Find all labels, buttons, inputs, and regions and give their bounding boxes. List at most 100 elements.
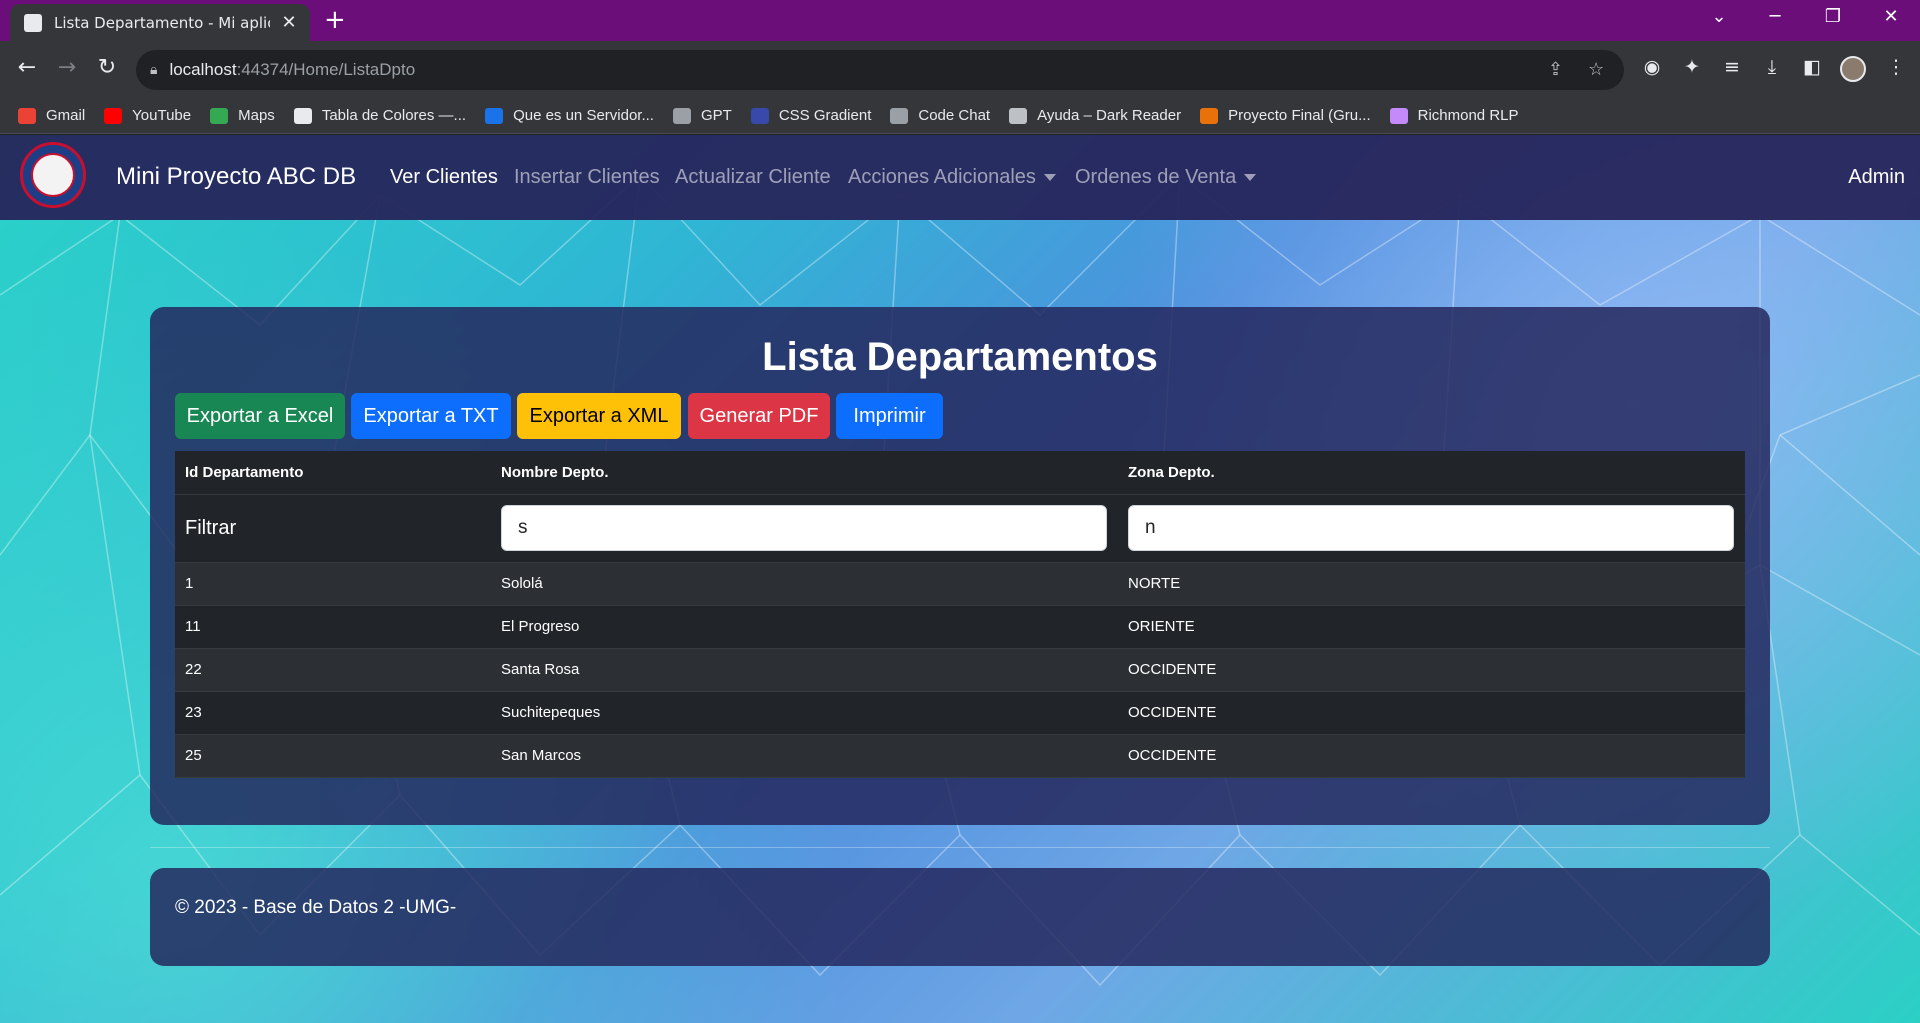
nav-acciones-adicionales-label: Acciones Adicionales	[848, 166, 1036, 188]
new-tab-button[interactable]: +	[324, 7, 346, 33]
header-zona[interactable]: Zona Depto.	[1118, 451, 1745, 495]
nav-acciones-adicionales[interactable]: Acciones Adicionales	[848, 166, 1056, 189]
nav-ver-clientes[interactable]: Ver Clientes	[390, 166, 498, 189]
generate-pdf-button[interactable]: Generar PDF	[688, 393, 830, 439]
site-navbar: Mini Proyecto ABC DB Ver Clientes Insert…	[0, 135, 1920, 220]
bookmark-star-icon[interactable]: ☆	[1588, 59, 1604, 80]
export-txt-button[interactable]: Exportar a TXT	[351, 393, 511, 439]
tab-search-icon[interactable]: ⌄	[1704, 6, 1734, 27]
export-excel-button[interactable]: Exportar a Excel	[175, 393, 345, 439]
reload-icon[interactable]: ↻	[92, 55, 122, 80]
bookmark-label: Que es un Servidor...	[513, 107, 654, 124]
cell-nombre: El Progreso	[491, 605, 1118, 649]
forward-icon[interactable]: →	[52, 55, 82, 80]
filter-zona-cell	[1118, 494, 1745, 563]
nav-user-admin[interactable]: Admin	[1848, 166, 1905, 189]
bookmark-label: Maps	[238, 107, 275, 124]
filter-nombre-input[interactable]	[501, 505, 1107, 551]
bookmark-item[interactable]: Code Chat	[890, 107, 990, 124]
cell-id: 22	[175, 648, 491, 692]
cell-nombre: Sololá	[491, 562, 1118, 606]
bookmark-item[interactable]: Maps	[210, 107, 275, 124]
university-logo[interactable]	[20, 142, 86, 208]
caret-down-icon	[1043, 174, 1056, 182]
extension-spy-icon[interactable]: ◉	[1638, 56, 1666, 78]
darkreader-icon	[1009, 107, 1028, 124]
bookmark-label: Ayuda – Dark Reader	[1037, 107, 1182, 124]
gpt-icon	[672, 107, 691, 124]
cell-zona: NORTE	[1118, 562, 1745, 606]
colors-icon	[293, 107, 312, 124]
bookmark-item[interactable]: Proyecto Final (Gru...	[1200, 107, 1371, 124]
header-nombre[interactable]: Nombre Depto.	[491, 451, 1118, 495]
nav-insertar-clientes[interactable]: Insertar Clientes	[514, 166, 660, 189]
richmond-icon	[1389, 107, 1408, 124]
cell-nombre: Suchitepeques	[491, 691, 1118, 735]
bookmark-item[interactable]: CSS Gradient	[750, 107, 871, 124]
filter-zona-input[interactable]	[1128, 505, 1734, 551]
tab-strip: Lista Departamento - Mi aplicación ✕ + ⌄…	[0, 0, 1920, 41]
cell-zona: OCCIDENTE	[1118, 734, 1745, 778]
table-row: 25 San Marcos OCCIDENTE	[175, 734, 1745, 778]
table-row: 22 Santa Rosa OCCIDENTE	[175, 648, 1745, 692]
bookmark-item[interactable]: YouTube	[104, 107, 191, 124]
gmail-icon	[18, 107, 36, 124]
browser-toolbar: ← → ↻ 🔒︎ localhost:44374/Home/ListaDpto …	[0, 41, 1920, 98]
nav-ordenes-de-venta-label: Ordenes de Venta	[1075, 166, 1237, 188]
extensions-puzzle-icon[interactable]: ✦	[1678, 56, 1706, 78]
proyecto-icon	[1200, 107, 1219, 124]
bookmark-label: Tabla de Colores —...	[321, 107, 467, 124]
filter-nombre-cell	[491, 494, 1118, 563]
side-panel-icon[interactable]: ◧	[1798, 56, 1826, 78]
minimize-icon[interactable]: ─	[1760, 6, 1790, 27]
bookmark-item[interactable]: Richmond RLP	[1389, 107, 1519, 124]
close-tab-icon[interactable]: ✕	[278, 12, 300, 33]
footer: © 2023 - Base de Datos 2 -UMG-	[150, 868, 1770, 966]
nav-ordenes-de-venta[interactable]: Ordenes de Venta	[1075, 166, 1257, 189]
profile-avatar[interactable]	[1840, 56, 1866, 82]
url-path: :44374/Home/ListaDpto	[236, 60, 416, 79]
bookmark-label: Code Chat	[918, 107, 991, 124]
close-window-icon[interactable]: ✕	[1876, 6, 1906, 27]
restore-icon[interactable]: ❐	[1818, 6, 1848, 27]
cell-zona: OCCIDENTE	[1118, 691, 1745, 735]
lock-icon: 🔒︎	[150, 62, 158, 78]
nav-actualizar-cliente[interactable]: Actualizar Cliente	[675, 166, 831, 189]
header-id[interactable]: Id Departamento	[175, 451, 491, 495]
address-bar[interactable]: 🔒︎ localhost:44374/Home/ListaDpto ⇪ ☆	[136, 50, 1624, 90]
bookmark-item[interactable]: Ayuda – Dark Reader	[1009, 107, 1181, 124]
browser-tab[interactable]: Lista Departamento - Mi aplicación ✕	[10, 4, 310, 41]
bookmark-item[interactable]: Gmail	[18, 107, 85, 124]
cell-nombre: Santa Rosa	[491, 648, 1118, 692]
download-icon[interactable]: ⤓	[1758, 56, 1786, 78]
divider	[150, 847, 1770, 848]
departments-table: Id Departamento Nombre Depto. Zona Depto…	[175, 451, 1745, 778]
bookmark-label: Gmail	[46, 107, 86, 124]
bookmark-item[interactable]: Que es un Servidor...	[485, 107, 654, 124]
export-xml-button[interactable]: Exportar a XML	[517, 393, 681, 439]
tab-title: Lista Departamento - Mi aplicación	[54, 13, 270, 32]
menu-kebab-icon[interactable]: ⋮	[1882, 56, 1910, 78]
table-row: 11 El Progreso ORIENTE	[175, 605, 1745, 649]
cell-id: 23	[175, 691, 491, 735]
bookmark-label: GPT	[700, 107, 732, 124]
bookmark-label: Proyecto Final (Gru...	[1228, 107, 1371, 124]
codechat-icon	[890, 107, 909, 124]
site-brand[interactable]: Mini Proyecto ABC DB	[116, 163, 356, 191]
filter-label: Filtrar	[175, 494, 491, 563]
gradient-icon	[750, 107, 769, 124]
print-button[interactable]: Imprimir	[836, 393, 943, 439]
url-host: localhost	[169, 60, 237, 79]
cell-id: 25	[175, 734, 491, 778]
cell-zona: OCCIDENTE	[1118, 648, 1745, 692]
back-icon[interactable]: ←	[12, 55, 42, 80]
table-row: 23 Suchitepeques OCCIDENTE	[175, 691, 1745, 735]
bookmark-item[interactable]: GPT	[672, 107, 732, 124]
cell-id: 11	[175, 605, 491, 649]
bookmark-item[interactable]: Tabla de Colores —...	[293, 107, 467, 124]
t-icon	[485, 107, 504, 124]
media-queue-icon[interactable]: ≡	[1718, 56, 1746, 78]
page-viewport: Mini Proyecto ABC DB Ver Clientes Insert…	[0, 135, 1920, 1023]
share-icon[interactable]: ⇪	[1548, 59, 1563, 80]
maps-icon	[210, 107, 229, 124]
